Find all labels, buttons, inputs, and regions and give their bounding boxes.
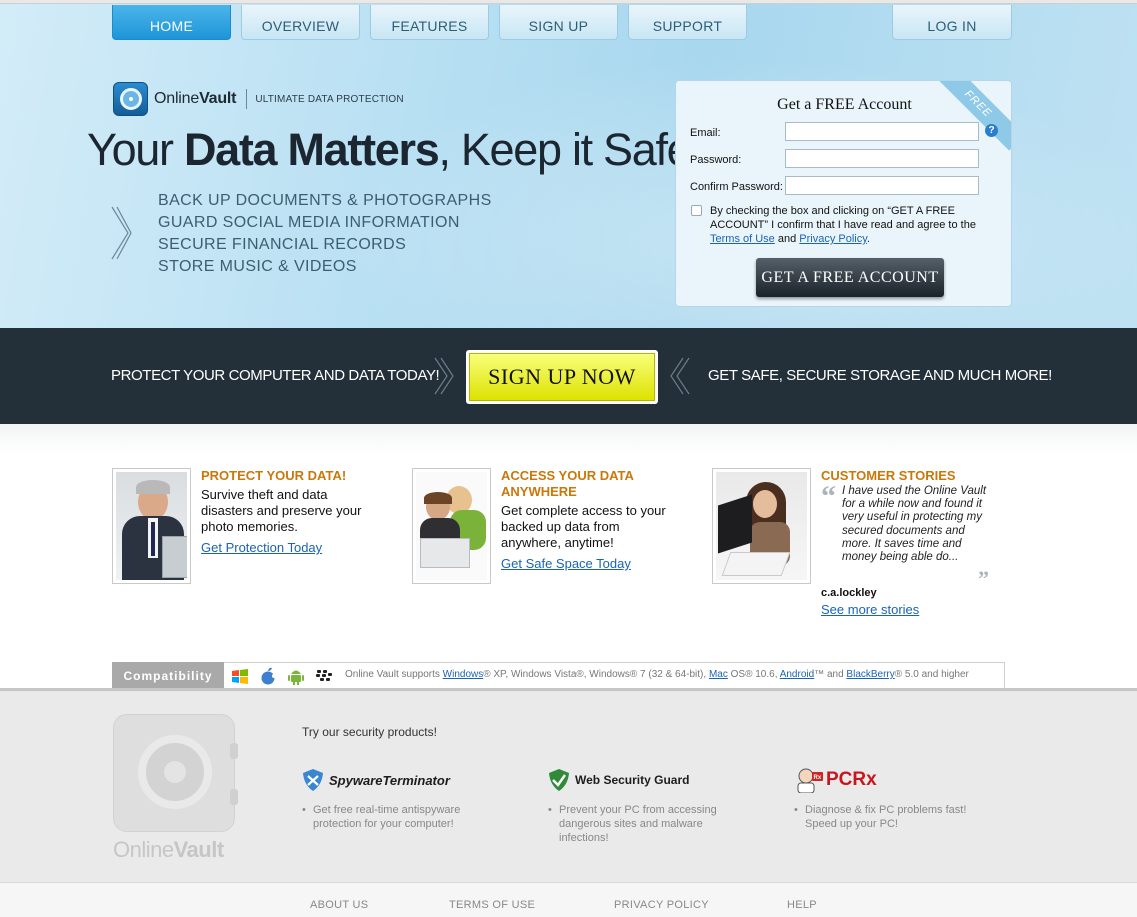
band-left-text: PROTECT YOUR COMPUTER AND DATA TODAY! [111, 367, 440, 384]
blackberry-link[interactable]: BlackBerry [846, 669, 894, 680]
try-products-heading: Try our security products! [302, 725, 437, 739]
quote-author: c.a.lockley [821, 587, 877, 599]
feature-bullets: BACK UP DOCUMENTS & PHOTOGRAPHS GUARD SO… [158, 190, 492, 278]
terms-of-use-link[interactable]: Terms of Use [710, 233, 775, 245]
blackberry-icon [313, 667, 334, 685]
hero-headline: Your Data Matters, Keep it Safe [87, 124, 692, 175]
features-section: PROTECT YOUR DATA! Survive theft and dat… [0, 424, 1137, 688]
bullet-item: GUARD SOCIAL MEDIA INFORMATION [158, 214, 460, 231]
brand-tagline: ULTIMATE DATA PROTECTION [255, 93, 404, 105]
android-link[interactable]: Android [780, 669, 814, 680]
feature-text: Get complete access to your backed up da… [501, 503, 666, 550]
password-label: Password: [690, 154, 742, 166]
top-stripe [0, 0, 1137, 4]
feature-title: PROTECT YOUR DATA! [201, 468, 347, 483]
brand-logo[interactable]: OnlineVault ULTIMATE DATA PROTECTION [113, 82, 404, 116]
woman-laptop-photo [712, 468, 811, 584]
product-desc: Diagnose & fix PC problems fast! Speed u… [794, 803, 974, 831]
product-name: PCRx [826, 769, 877, 790]
nav-login[interactable]: LOG IN [892, 5, 1012, 40]
chevron-left-icon [670, 357, 690, 395]
brand-name: OnlineVault [154, 90, 237, 107]
bullet-item: SECURE FINANCIAL RECORDS [158, 236, 407, 253]
nav-home[interactable]: HOME [112, 5, 231, 40]
privacy-policy-link[interactable]: Privacy Policy [799, 233, 867, 245]
terms-of-use-footer-link[interactable]: TERMS OF USE [449, 899, 535, 911]
logo-divider [246, 89, 248, 109]
close-quote-icon: ” [978, 566, 989, 591]
password-field[interactable] [785, 149, 979, 168]
product-desc: Get free real-time antispyware protectio… [302, 803, 482, 831]
hero: HOME OVERVIEW FEATURES SIGN UP SUPPORT L… [0, 0, 1137, 328]
sign-up-now-button[interactable]: SIGN UP NOW [466, 350, 658, 404]
see-more-stories-link[interactable]: See more stories [821, 602, 919, 617]
shield-icon [303, 769, 323, 791]
bullet-item: BACK UP DOCUMENTS & PHOTOGRAPHS [158, 192, 492, 209]
feature-title: ACCESS YOUR DATA ANYWHERE [501, 468, 634, 499]
apple-icon [257, 667, 278, 685]
get-protection-link[interactable]: Get Protection Today [201, 540, 322, 555]
svg-text:Rx: Rx [814, 775, 822, 781]
bullet-item: STORE MUSIC & VIDEOS [158, 258, 357, 275]
doctor-icon: Rx [797, 768, 823, 793]
terms-text: By checking the box and clicking on “GET… [710, 205, 976, 245]
nav-signup[interactable]: SIGN UP [499, 5, 618, 40]
windows-link[interactable]: Windows [443, 669, 484, 680]
product-name: SpywareTerminator [329, 772, 450, 788]
help-link[interactable]: HELP [787, 899, 817, 911]
businessman-photo [112, 468, 191, 584]
nav-overview[interactable]: OVERVIEW [241, 5, 360, 40]
sign-up-now-label: SIGN UP NOW [469, 353, 655, 401]
privacy-policy-footer-link[interactable]: PRIVACY POLICY [614, 899, 709, 911]
nav-support[interactable]: SUPPORT [628, 5, 747, 40]
os-icons [229, 667, 341, 685]
confirm-password-field[interactable] [785, 176, 979, 195]
about-us-link[interactable]: ABOUT US [310, 899, 368, 911]
windows-icon [229, 667, 250, 685]
vault-icon [113, 82, 148, 116]
product-web-security-guard[interactable]: Web Security Guard Prevent your PC from … [548, 767, 738, 845]
compatibility-bar: Compatibility Online Vault supports Wind… [112, 662, 1005, 689]
feature-text: Survive theft and data disasters and pre… [201, 487, 362, 534]
couple-laptop-photo [412, 468, 491, 584]
product-desc: Prevent your PC from accessing dangerous… [548, 803, 738, 845]
get-safe-space-link[interactable]: Get Safe Space Today [501, 556, 631, 571]
terms-checkbox[interactable] [691, 205, 702, 216]
signup-form: FREE Get a FREE Account Email: ? Passwor… [675, 80, 1012, 307]
compatibility-label: Compatibility [112, 662, 224, 689]
chevron-right-icon [111, 206, 132, 260]
mac-link[interactable]: Mac [709, 669, 728, 680]
compatibility-text: Online Vault supports Windows® XP, Windo… [345, 669, 969, 680]
help-icon[interactable]: ? [985, 124, 998, 137]
get-free-account-button[interactable]: GET A FREE ACCOUNT [756, 258, 944, 297]
vault-logo-icon [113, 714, 238, 832]
band-right-text: GET SAFE, SECURE STORAGE AND MUCH MORE! [708, 367, 1052, 384]
footer-brand-name: OnlineVault [113, 837, 224, 862]
product-name: Web Security Guard [575, 773, 690, 787]
email-label: Email: [690, 127, 721, 139]
customer-quote: I have used the Online Vault for a while… [842, 485, 987, 564]
chevron-right-icon [434, 357, 454, 395]
feature-title: CUSTOMER STORIES [821, 468, 956, 483]
product-pcrx[interactable]: Rx PCRx Diagnose & fix PC problems fast!… [794, 767, 974, 831]
nav-features[interactable]: FEATURES [370, 5, 489, 40]
products-footer: OnlineVault Try our security products! S… [0, 688, 1137, 882]
cta-band: PROTECT YOUR COMPUTER AND DATA TODAY! SI… [0, 328, 1137, 424]
product-spyware-terminator[interactable]: SpywareTerminator Get free real-time ant… [302, 767, 482, 831]
shield-check-icon [549, 769, 569, 791]
android-icon [285, 667, 306, 685]
bottom-links: ABOUT US TERMS OF USE PRIVACY POLICY HEL… [0, 882, 1137, 917]
form-title: Get a FREE Account [777, 96, 912, 113]
confirm-password-label: Confirm Password: [690, 181, 783, 193]
email-field[interactable] [785, 122, 979, 141]
